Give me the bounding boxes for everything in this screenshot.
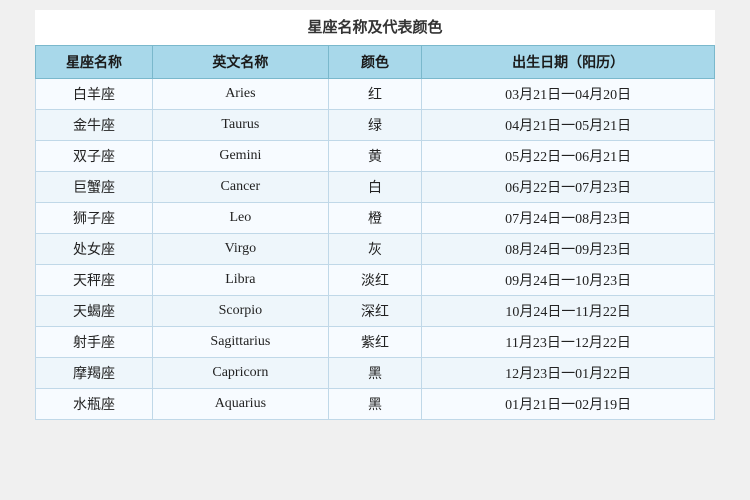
table-row: 狮子座Leo橙07月24日一08月23日: [36, 203, 715, 234]
cell-en-name: Taurus: [153, 110, 329, 141]
cell-en-name: Cancer: [153, 172, 329, 203]
cell-zh-name: 巨蟹座: [36, 172, 153, 203]
table-row: 天蝎座Scorpio深红10月24日一11月22日: [36, 296, 715, 327]
header-date: 出生日期（阳历）: [422, 46, 715, 79]
cell-date: 06月22日一07月23日: [422, 172, 715, 203]
cell-color: 灰: [328, 234, 422, 265]
cell-zh-name: 金牛座: [36, 110, 153, 141]
table-row: 摩羯座Capricorn黑12月23日一01月22日: [36, 358, 715, 389]
cell-date: 10月24日一11月22日: [422, 296, 715, 327]
cell-date: 05月22日一06月21日: [422, 141, 715, 172]
cell-en-name: Leo: [153, 203, 329, 234]
cell-date: 08月24日一09月23日: [422, 234, 715, 265]
main-container: 星座名称及代表颜色 星座名称 英文名称 颜色 出生日期（阳历） 白羊座Aries…: [35, 10, 715, 420]
cell-color: 淡红: [328, 265, 422, 296]
page-title: 星座名称及代表颜色: [35, 10, 715, 45]
zodiac-table: 星座名称 英文名称 颜色 出生日期（阳历） 白羊座Aries红03月21日一04…: [35, 45, 715, 420]
cell-date: 03月21日一04月20日: [422, 79, 715, 110]
cell-en-name: Sagittarius: [153, 327, 329, 358]
cell-color: 绿: [328, 110, 422, 141]
table-body: 白羊座Aries红03月21日一04月20日金牛座Taurus绿04月21日一0…: [36, 79, 715, 420]
table-row: 处女座Virgo灰08月24日一09月23日: [36, 234, 715, 265]
cell-en-name: Scorpio: [153, 296, 329, 327]
cell-color: 橙: [328, 203, 422, 234]
cell-zh-name: 射手座: [36, 327, 153, 358]
table-row: 射手座Sagittarius紫红11月23日一12月22日: [36, 327, 715, 358]
cell-en-name: Aquarius: [153, 389, 329, 420]
cell-zh-name: 白羊座: [36, 79, 153, 110]
cell-date: 11月23日一12月22日: [422, 327, 715, 358]
table-row: 白羊座Aries红03月21日一04月20日: [36, 79, 715, 110]
table-row: 天秤座Libra淡红09月24日一10月23日: [36, 265, 715, 296]
cell-zh-name: 摩羯座: [36, 358, 153, 389]
table-row: 双子座Gemini黄05月22日一06月21日: [36, 141, 715, 172]
cell-zh-name: 处女座: [36, 234, 153, 265]
header-color: 颜色: [328, 46, 422, 79]
table-row: 水瓶座Aquarius黑01月21日一02月19日: [36, 389, 715, 420]
header-zh-name: 星座名称: [36, 46, 153, 79]
cell-color: 白: [328, 172, 422, 203]
table-row: 金牛座Taurus绿04月21日一05月21日: [36, 110, 715, 141]
cell-date: 07月24日一08月23日: [422, 203, 715, 234]
cell-en-name: Capricorn: [153, 358, 329, 389]
table-row: 巨蟹座Cancer白06月22日一07月23日: [36, 172, 715, 203]
cell-en-name: Aries: [153, 79, 329, 110]
cell-date: 09月24日一10月23日: [422, 265, 715, 296]
cell-color: 黄: [328, 141, 422, 172]
cell-en-name: Libra: [153, 265, 329, 296]
cell-color: 紫红: [328, 327, 422, 358]
cell-zh-name: 狮子座: [36, 203, 153, 234]
cell-zh-name: 天蝎座: [36, 296, 153, 327]
cell-zh-name: 天秤座: [36, 265, 153, 296]
cell-zh-name: 双子座: [36, 141, 153, 172]
table-header-row: 星座名称 英文名称 颜色 出生日期（阳历）: [36, 46, 715, 79]
cell-en-name: Virgo: [153, 234, 329, 265]
cell-zh-name: 水瓶座: [36, 389, 153, 420]
header-en-name: 英文名称: [153, 46, 329, 79]
cell-en-name: Gemini: [153, 141, 329, 172]
cell-color: 深红: [328, 296, 422, 327]
cell-date: 12月23日一01月22日: [422, 358, 715, 389]
cell-date: 04月21日一05月21日: [422, 110, 715, 141]
cell-date: 01月21日一02月19日: [422, 389, 715, 420]
cell-color: 红: [328, 79, 422, 110]
cell-color: 黑: [328, 358, 422, 389]
cell-color: 黑: [328, 389, 422, 420]
